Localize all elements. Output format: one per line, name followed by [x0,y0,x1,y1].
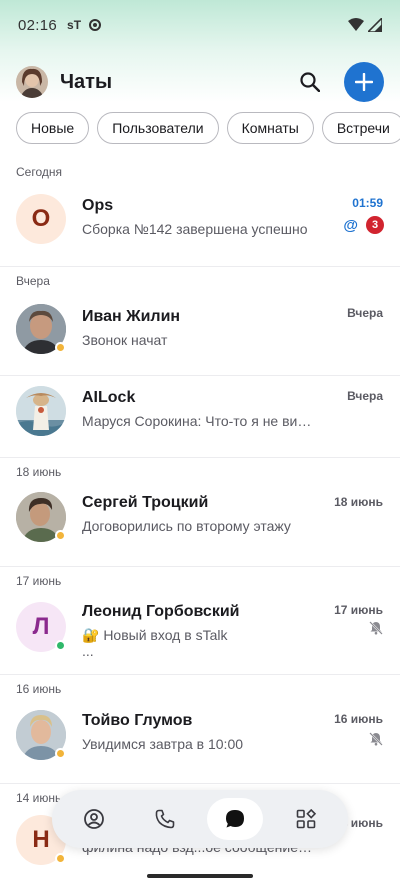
chat-time: 01:59 [352,196,383,210]
section-header-yesterday: Вчера [16,274,50,288]
chat-preview-more: ... [82,643,94,659]
avatar: O [16,194,66,244]
chat-time: Вчера [347,389,383,403]
chat-preview: Увидимся завтра в 10:00 [82,736,244,752]
chat-row-ivan[interactable]: Иван Жилин Звонок начат Вчера [0,295,400,375]
nav-profile-button[interactable] [66,798,122,840]
chat-row-ops[interactable]: O Ops Сборка №142 завершена успешно 01:5… [0,186,400,266]
unread-badge: 3 [366,216,384,234]
avatar-photo [16,386,66,436]
bell-off-icon [369,732,383,746]
chat-name: Иван Жилин [82,308,181,325]
bottom-navigation [52,790,348,848]
chat-row-sergey[interactable]: Сергей Троцкий Договорились по второму э… [0,486,400,566]
bell-off-icon [369,621,383,635]
avatar [16,492,66,542]
status-online-dot [55,640,66,651]
status-time: 02:16 [18,16,58,34]
chat-row-leonid[interactable]: Л Леонид Горбовский 🔐 Новый вход в sTalk… [0,595,400,674]
chat-icon [226,810,245,828]
nav-calls-button[interactable] [137,798,193,840]
status-away-dot [55,853,66,864]
carrier-mark: sT [67,18,82,32]
page-title: Чаты [60,70,113,93]
chat-name: Тойво Глумов [82,712,193,729]
avatar-initial: O [16,194,66,244]
avatar [16,710,66,760]
chat-time: 17 июнь [334,603,383,617]
plus-icon [355,73,373,91]
status-away-dot [55,748,66,759]
home-indicator[interactable] [147,874,253,878]
chat-name: AILock [82,389,136,406]
new-chat-button[interactable] [344,62,384,102]
chat-preview: Звонок начат [82,332,168,348]
nav-apps-button[interactable] [278,798,334,840]
status-away-dot [55,342,66,353]
app-header: Чаты [0,58,400,106]
section-header-jun16: 16 июнь [16,682,62,696]
avatar [16,386,66,436]
search-button[interactable] [294,66,326,98]
search-icon [300,72,320,92]
chat-time: Вчера [347,306,383,320]
notification-icon [89,19,102,31]
profile-icon [84,809,104,829]
chat-preview: Договорились по второму этажу [82,518,291,534]
section-header-today: Сегодня [16,165,62,179]
status-away-dot [55,530,66,541]
avatar: Л [16,602,66,652]
chat-preview: Маруся Сорокина: Что-то я не видела [82,413,314,429]
nav-chats-button[interactable] [207,798,264,840]
profile-avatar[interactable] [16,66,48,98]
chat-name: Сергей Троцкий [82,494,209,511]
signal-icon [368,18,382,32]
chat-preview: 🔐 Новый вход в sTalk [82,627,228,643]
chat-row-ailock[interactable]: AILock Маруся Сорокина: Что-то я не виде… [0,376,400,457]
phone-icon [155,809,174,829]
filter-chip-meetings[interactable]: Встречи [321,112,400,144]
chat-list: Сегодня O Ops Сборка №142 завершена успе… [0,158,400,889]
chat-time: 16 июнь [334,712,383,726]
wifi-icon [348,18,364,31]
avatar [16,304,66,354]
chat-time: 18 июнь [334,495,383,509]
filter-chips: Новые Пользователи Комнаты Встречи [16,112,400,144]
filter-chip-users[interactable]: Пользователи [97,112,219,144]
filter-chip-new[interactable]: Новые [16,112,90,144]
section-header-jun18: 18 июнь [16,465,62,479]
chat-row-toivo[interactable]: Тойво Глумов Увидимся завтра в 10:00 16 … [0,703,400,783]
at-icon: @ [343,216,358,234]
section-header-jun17: 17 июнь [16,574,62,588]
chat-name: Леонид Горбовский [82,603,240,620]
filter-chip-rooms[interactable]: Комнаты [226,112,314,144]
chat-preview: Сборка №142 завершена успешно [82,221,308,237]
chat-name: Ops [82,197,114,214]
status-bar: 02:16 sT [0,0,400,50]
apps-icon [296,809,316,829]
